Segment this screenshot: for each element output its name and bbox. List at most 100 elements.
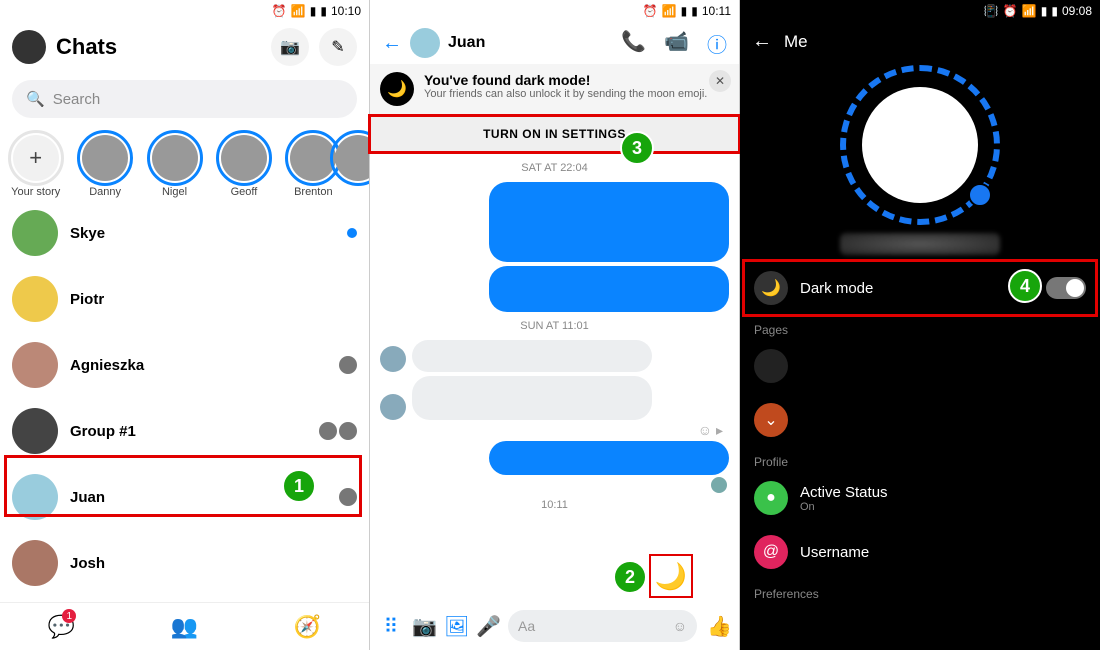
chat-row[interactable]: Group #1 [0, 398, 369, 464]
message-received[interactable] [380, 376, 729, 420]
message-thread[interactable]: SAT AT 22:04 SUN AT 11:01 ☺ ▸ 10:11 [370, 152, 739, 521]
active-status-row[interactable]: ● Active Status On [740, 471, 1100, 525]
chat-list: Skye Piotr Agnieszka Group #1 Juan Josh [0, 200, 369, 596]
chat-row[interactable]: Agnieszka [0, 332, 369, 398]
gallery-button[interactable]: 🖼 [444, 614, 466, 639]
username-row[interactable]: @ Username [740, 525, 1100, 579]
story-item-partial[interactable] [351, 130, 365, 198]
sender-avatar-icon [380, 394, 406, 420]
banner-title: You've found dark mode! [424, 72, 707, 88]
chat-row[interactable]: Skye [0, 200, 369, 266]
mic-button[interactable]: 🎤 [476, 614, 498, 639]
dark-mode-banner: 🌙 You've found dark mode! Your friends c… [370, 64, 739, 152]
status-bar: 📳 ⏰ 📶 ▮ ▮ 09:08 [740, 0, 1100, 22]
search-placeholder: Search [53, 91, 101, 108]
message-sent[interactable] [380, 266, 729, 312]
message-input[interactable]: Aa ☺ [508, 610, 697, 642]
message-placeholder: Aa [518, 618, 535, 634]
status-time: 09:08 [1062, 4, 1092, 18]
chat-row-juan[interactable]: Juan [0, 464, 369, 530]
chat-name: Juan [70, 489, 327, 506]
pencil-icon: ✎ [331, 37, 344, 57]
chat-row[interactable]: Piotr [0, 266, 369, 332]
status-bar: ⏰ 📶 ▮ ▮ 10:10 [0, 0, 369, 22]
contact-name[interactable]: Juan [448, 34, 485, 52]
close-icon: ✕ [715, 74, 725, 88]
banner-subtitle: Your friends can also unlock it by sendi… [424, 88, 707, 100]
moon-icon: 🌙 [380, 72, 414, 106]
sender-avatar-icon [380, 346, 406, 372]
contact-avatar[interactable] [410, 28, 440, 58]
settings-button-label: TURN ON IN SETTINGS [483, 127, 626, 141]
battery-icon: ▮ [1051, 4, 1058, 18]
seen-avatar-icon [339, 422, 357, 440]
bottom-nav: 💬1 👥 🧭 [0, 602, 369, 650]
message-received[interactable] [380, 340, 729, 372]
composer-bar: ⠿ 📷 🖼 🎤 Aa ☺ 👍 [370, 602, 739, 650]
search-icon: 🔍 [26, 90, 45, 108]
story-item[interactable]: Nigel [143, 130, 206, 198]
username-label: Username [800, 544, 1086, 561]
message-sent[interactable] [380, 441, 729, 475]
status-bar: ⏰ 📶 ▮ ▮ 10:11 [370, 0, 739, 22]
tab-people[interactable]: 👥 [123, 603, 246, 650]
chat-name: Agnieszka [70, 357, 327, 374]
page-item[interactable] [740, 339, 1100, 393]
tab-discover[interactable]: 🧭 [246, 603, 369, 650]
camera-button[interactable]: 📷 [412, 614, 434, 639]
info-button[interactable]: ⓘ [707, 29, 727, 58]
moon-icon: 🌙 [761, 278, 781, 298]
page-title: Me [784, 32, 808, 52]
stories-row: + Your story Danny Nigel Geoff Brenton [0, 126, 369, 200]
timestamp: SUN AT 11:01 [380, 320, 729, 332]
reaction-button[interactable]: ☺ ▸ [698, 422, 723, 439]
chat-name: Josh [70, 555, 357, 572]
back-button[interactable]: ← [382, 32, 402, 55]
story-label: Geoff [231, 186, 258, 198]
timestamp: 10:11 [380, 499, 729, 511]
close-banner-button[interactable]: ✕ [709, 70, 731, 92]
status-time: 10:11 [702, 4, 731, 18]
wifi-icon: 📶 [291, 4, 306, 18]
story-label: Danny [89, 186, 121, 198]
page-title: Chats [56, 34, 261, 60]
plus-icon: + [29, 145, 42, 171]
annotation-step-2: 2 [613, 560, 647, 594]
active-status-label: Active Status [800, 484, 888, 501]
audio-call-button[interactable]: 📞 [621, 29, 646, 58]
status-time: 10:10 [331, 4, 361, 18]
dark-mode-toggle[interactable] [1046, 277, 1086, 299]
chat-name: Skye [70, 225, 335, 242]
your-story-button[interactable]: + Your story [4, 130, 67, 198]
search-input[interactable]: 🔍 Search [12, 80, 357, 118]
video-call-button[interactable]: 📹 [664, 29, 689, 58]
emoji-button[interactable]: ☺ [673, 618, 687, 634]
page-item[interactable]: ⌄ [740, 393, 1100, 447]
chat-row[interactable]: Josh [0, 530, 369, 596]
tab-chats[interactable]: 💬1 [0, 603, 123, 650]
chat-name: Group #1 [70, 423, 307, 440]
profile-avatar[interactable] [12, 30, 46, 64]
sent-moon-emoji: 🌙 [649, 554, 693, 598]
seen-indicator-icon [711, 477, 727, 493]
dark-mode-row[interactable]: 🌙 Dark mode [740, 261, 1100, 315]
story-item[interactable]: Danny [73, 130, 136, 198]
message-sent[interactable] [380, 182, 729, 262]
turn-on-settings-button[interactable]: TURN ON IN SETTINGS [370, 116, 739, 152]
camera-button[interactable]: 📷 [271, 28, 309, 66]
profile-code[interactable] [740, 61, 1100, 261]
conversation-header: ← Juan 📞 📹 ⓘ [370, 22, 739, 64]
wifi-icon: 📶 [662, 4, 677, 18]
back-button[interactable]: ← [752, 30, 772, 53]
unread-dot-icon [347, 228, 357, 238]
like-button[interactable]: 👍 [707, 614, 729, 639]
story-item[interactable]: Geoff [212, 130, 275, 198]
alarm-icon: ⏰ [272, 4, 287, 18]
apps-button[interactable]: ⠿ [380, 614, 402, 639]
chats-header: Chats 📷 ✎ [0, 22, 369, 72]
at-icon: @ [763, 543, 779, 561]
compose-button[interactable]: ✎ [319, 28, 357, 66]
section-profile: Profile [740, 447, 1100, 471]
active-status-value: On [800, 501, 888, 513]
active-status-icon: ● [766, 489, 776, 507]
